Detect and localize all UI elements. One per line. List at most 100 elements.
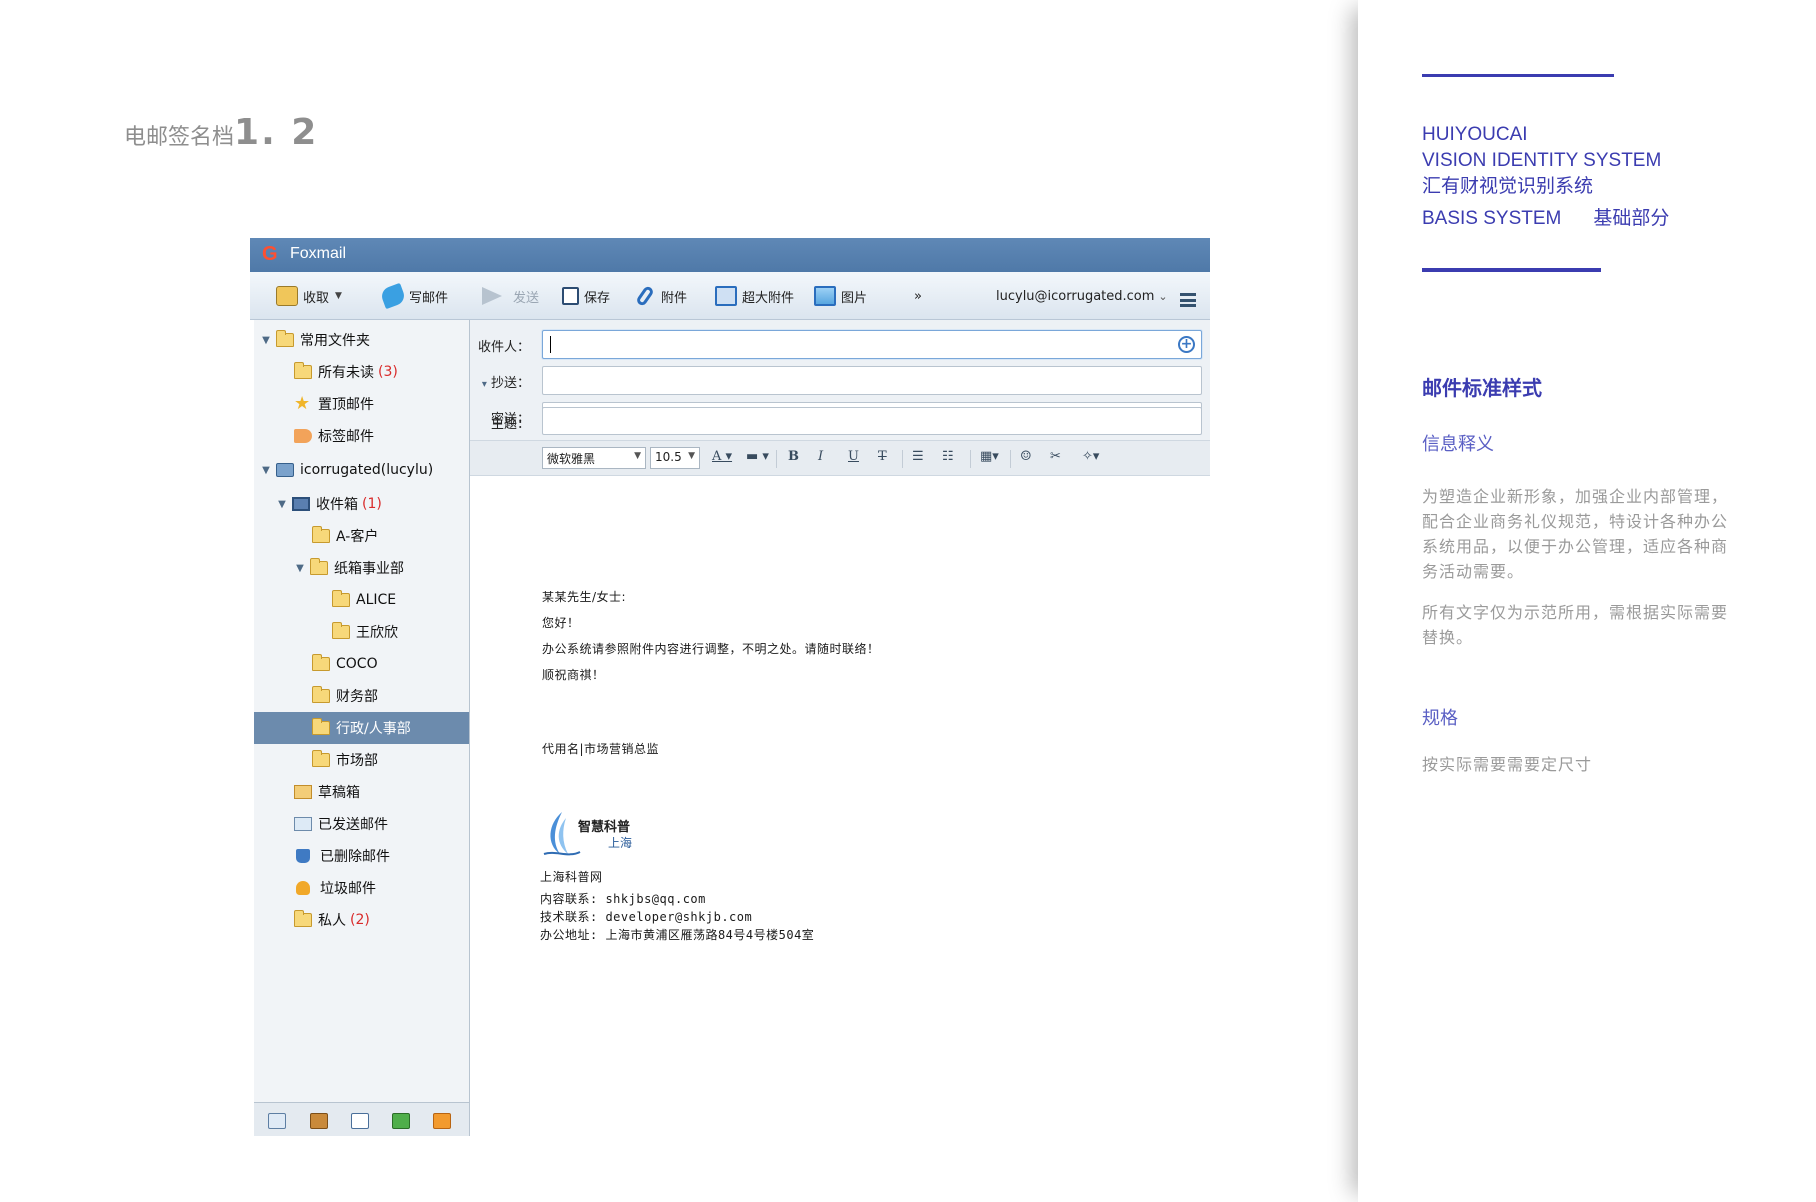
paper-plane-icon — [482, 287, 502, 305]
folder-icon — [294, 362, 312, 379]
underline-icon[interactable]: U — [848, 449, 859, 464]
big-attach-button[interactable]: 超大附件 — [715, 284, 794, 308]
brand-line-2: VISION IDENTITY SYSTEM — [1422, 150, 1662, 171]
font-color-icon[interactable]: A ▾ — [712, 449, 732, 464]
screenshot-icon[interactable]: ✂ — [1050, 449, 1061, 464]
signature-name: 代用名|市场营销总监 — [542, 742, 660, 756]
sidebar-item-alice[interactable]: ALICE — [254, 584, 469, 616]
hello-text: 您好！ — [542, 616, 580, 630]
receive-label: 收取 — [303, 290, 330, 306]
chevron-down-icon[interactable]: ▼ — [335, 291, 342, 301]
sidebar-item-all-unread[interactable]: 所有未读 (3) — [254, 356, 469, 388]
highlight-color-icon[interactable]: ▬ ▾ — [746, 449, 769, 464]
sidebar-item-drafts[interactable]: 草稿箱 — [254, 776, 469, 808]
add-recipient-icon[interactable]: + — [1178, 336, 1195, 353]
subject-field[interactable] — [542, 407, 1202, 435]
image-button[interactable]: 图片 — [814, 284, 867, 308]
attach-button[interactable]: 附件 — [635, 284, 688, 308]
sidebar-item-common-folders[interactable]: ▼ 常用文件夹 — [254, 324, 469, 356]
greeting-text: 某某先生/女士: — [542, 590, 627, 604]
font-size-select[interactable]: 10.5 ▼ — [650, 447, 700, 469]
chevron-down-icon: ▼ — [634, 451, 641, 461]
sidebar-item-label: 已删除邮件 — [320, 849, 390, 865]
send-button[interactable]: 发送 — [482, 284, 539, 308]
sidebar-item-wang-xinxin[interactable]: 王欣欣 — [254, 616, 469, 648]
sidebar-item-label: 纸箱事业部 — [334, 561, 404, 577]
sidebar-item-coco[interactable]: COCO — [254, 648, 469, 680]
rss-icon[interactable] — [433, 1113, 451, 1129]
more-button[interactable]: » — [914, 284, 922, 308]
compose-header: 收件人： + ▾ 抄送： 密送： 主题： 微软雅黑 ▼ 10.5 ▼ A ▾ ▬… — [470, 320, 1210, 476]
sidebar-item-tagged[interactable]: 标签邮件 — [254, 420, 469, 452]
sidebar-item-pinned[interactable]: ★ 置顶邮件 — [254, 388, 469, 420]
sidebar-item-marketing[interactable]: 市场部 — [254, 744, 469, 776]
italic-icon[interactable]: I — [818, 449, 823, 464]
mail-icon[interactable] — [268, 1113, 286, 1129]
sent-mail-icon — [294, 817, 312, 831]
magic-wand-icon[interactable]: ✧▾ — [1082, 449, 1099, 464]
sidebar-item-label: A-客户 — [336, 529, 379, 545]
emoji-icon[interactable]: ☺ — [1020, 449, 1032, 464]
sidebar-item-label: 市场部 — [336, 753, 378, 769]
receive-button[interactable]: 收取 ▼ — [276, 284, 342, 308]
cc-toggle-icon[interactable]: ▾ — [482, 379, 487, 390]
sidebar-item-label: 财务部 — [336, 689, 378, 705]
cc-label: 抄送： — [490, 376, 530, 391]
cc-label-wrap[interactable]: ▾ 抄送： — [476, 372, 530, 391]
right-panel: HUIYOUCAI VISION IDENTITY SYSTEM 汇有财视觉识别… — [1358, 0, 1816, 1202]
organization-logo: 智慧科普 上海 — [542, 810, 652, 858]
to-label: 收件人： — [477, 340, 530, 355]
expand-triangle-icon[interactable]: ▼ — [260, 465, 272, 476]
expand-triangle-icon[interactable]: ▼ — [276, 499, 288, 510]
big-attachment-icon — [715, 286, 737, 306]
sidebar-item-deleted[interactable]: 已删除邮件 — [254, 840, 469, 872]
calendar-icon[interactable] — [351, 1113, 369, 1129]
page-heading-number: 1. 2 — [234, 112, 319, 153]
sidebar-item-a-customer[interactable]: A-客户 — [254, 520, 469, 552]
notes-icon[interactable] — [392, 1113, 410, 1129]
mail-body[interactable]: 某某先生/女士: 您好！ 办公系统请参照附件内容进行调整，不明之处。请随时联络！… — [470, 476, 1210, 1136]
brand-line-1: HUIYOUCAI — [1422, 124, 1528, 145]
contacts-icon[interactable] — [310, 1113, 328, 1129]
unread-count: (2) — [350, 912, 370, 928]
spec-heading: 规格 — [1422, 708, 1458, 729]
sidebar-item-sent[interactable]: 已发送邮件 — [254, 808, 469, 840]
align-icon[interactable]: ▦▾ — [980, 449, 999, 464]
sidebar-item-account[interactable]: ▼ icorrugated(lucylu) — [254, 454, 469, 486]
write-mail-label: 写邮件 — [409, 290, 449, 306]
expand-triangle-icon[interactable]: ▼ — [260, 335, 272, 346]
brand-line-4-en: BASIS SYSTEM — [1422, 208, 1562, 229]
sidebar-item-label: icorrugated(lucylu) — [300, 462, 434, 478]
numbered-list-icon[interactable]: ☷ — [942, 449, 954, 464]
foxmail-window: G Foxmail 收取 ▼ 写邮件 发送 保存 附件 超大附件 图片 » lu… — [250, 238, 1210, 1136]
bullet-list-icon[interactable]: ☰ — [912, 449, 924, 464]
strikethrough-icon[interactable]: T — [878, 449, 887, 464]
write-mail-button[interactable]: 写邮件 — [379, 282, 449, 310]
cc-field[interactable] — [542, 366, 1202, 395]
folder-icon — [276, 330, 294, 347]
save-button[interactable]: 保存 — [562, 284, 610, 308]
sidebar-item-carton-division[interactable]: ▼ 纸箱事业部 — [254, 552, 469, 584]
menu-button[interactable] — [1180, 288, 1201, 312]
to-field[interactable]: + — [542, 330, 1202, 359]
sidebar-item-label: 置顶邮件 — [318, 397, 374, 413]
expand-triangle-icon[interactable]: ▼ — [294, 563, 306, 574]
top-divider — [1422, 74, 1614, 77]
sidebar-item-label: 标签邮件 — [318, 429, 374, 445]
big-attach-label: 超大附件 — [742, 290, 795, 306]
folder-icon — [332, 622, 350, 639]
sidebar-item-spam[interactable]: 垃圾邮件 — [254, 872, 469, 904]
text-cursor — [550, 336, 551, 353]
attach-label: 附件 — [661, 290, 688, 306]
account-selector[interactable]: lucylu@icorrugated.com ⌄ — [996, 284, 1168, 308]
chevron-down-icon: ⌄ — [1158, 289, 1168, 303]
org-name: 上海科普网 — [540, 870, 603, 884]
sidebar-item-private[interactable]: 私人 (2) — [254, 904, 469, 936]
sidebar-item-admin-hr[interactable]: 行政/人事部 — [254, 712, 469, 744]
sidebar-item-finance[interactable]: 财务部 — [254, 680, 469, 712]
account-icon — [276, 463, 294, 477]
sidebar-item-inbox[interactable]: ▼ 收件箱 (1) — [254, 488, 469, 520]
bold-icon[interactable]: B — [788, 449, 799, 464]
sidebar-item-label: 已发送邮件 — [318, 817, 388, 833]
font-family-select[interactable]: 微软雅黑 ▼ — [542, 447, 646, 469]
